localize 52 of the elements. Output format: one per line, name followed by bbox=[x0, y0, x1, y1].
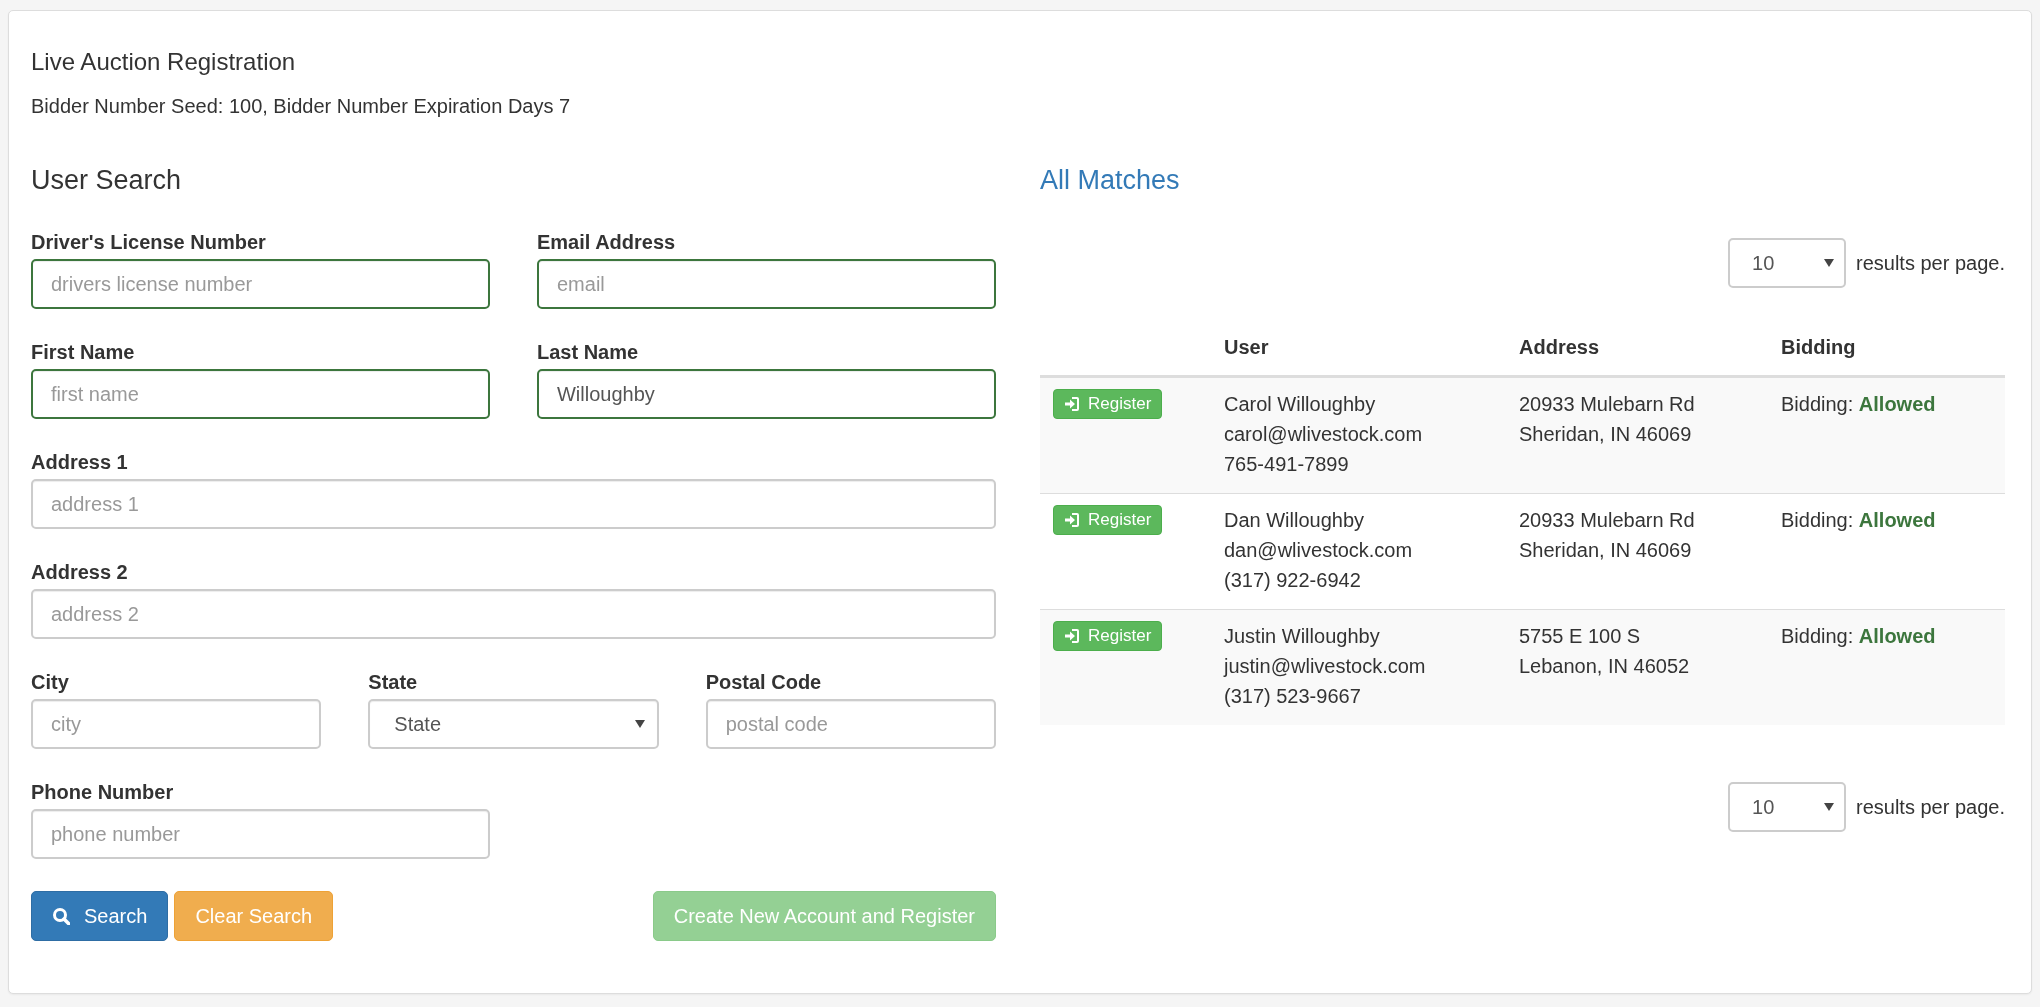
user-name: Carol Willoughby bbox=[1224, 392, 1377, 417]
field-label: Address 1 bbox=[31, 450, 129, 475]
caret-icon bbox=[1824, 259, 1834, 267]
register-button[interactable]: Register bbox=[1053, 621, 1163, 651]
field-label: State bbox=[368, 670, 419, 695]
user-phone: (317) 523-9667 bbox=[1224, 684, 1362, 709]
field-label: Email Address bbox=[537, 230, 677, 255]
register-button[interactable]: Register bbox=[1053, 505, 1163, 535]
field-label: Phone Number bbox=[31, 780, 175, 805]
state-dropdown[interactable]: State bbox=[368, 699, 659, 749]
address-line: 20933 Mulebarn Rd bbox=[1519, 392, 1696, 417]
field-label: First Name bbox=[31, 340, 136, 365]
section-title: All Matches bbox=[1040, 164, 1181, 196]
field-label: Driver's License Number bbox=[31, 230, 267, 255]
results-per-page-text: results per page. bbox=[1856, 251, 2005, 275]
bidding-status: Bidding: Allowed bbox=[1781, 508, 1937, 533]
address-line: Sheridan, IN 46069 bbox=[1519, 422, 1693, 447]
results-per-page-text: results per page. bbox=[1856, 795, 2005, 819]
field-label: Last Name bbox=[537, 340, 640, 365]
caret-icon bbox=[634, 720, 645, 728]
page-size-dropdown[interactable]: 10 bbox=[1728, 238, 1846, 288]
user-email: dan@wlivestock.com bbox=[1224, 538, 1414, 563]
field-label: City bbox=[31, 670, 70, 695]
input-field[interactable]: Willoughby bbox=[537, 369, 996, 419]
search-button[interactable]: Search bbox=[31, 891, 169, 941]
address-line: 5755 E 100 S bbox=[1519, 624, 1642, 649]
input-field[interactable]: first name bbox=[31, 369, 490, 419]
user-name: Dan Willoughby bbox=[1224, 508, 1366, 533]
section-title: User Search bbox=[31, 164, 183, 196]
user-email: justin@wlivestock.com bbox=[1224, 654, 1427, 679]
user-email: carol@wlivestock.com bbox=[1224, 422, 1424, 447]
sign-in-icon bbox=[1064, 396, 1080, 412]
bidding-status: Bidding: Allowed bbox=[1781, 392, 1937, 417]
field-label: Postal Code bbox=[705, 670, 823, 695]
settings-text: Bidder Number Seed: 100, Bidder Number Expiration Days 7 bbox=[31, 94, 572, 119]
sign-in-icon bbox=[1064, 512, 1080, 528]
page-title: Live Auction Registration bbox=[31, 47, 297, 77]
search-icon bbox=[52, 907, 70, 925]
sign-in-icon bbox=[1064, 628, 1080, 644]
caret-icon bbox=[1824, 803, 1834, 811]
page-size-dropdown[interactable]: 10 bbox=[1728, 782, 1846, 832]
input-field[interactable]: drivers license number bbox=[31, 259, 490, 309]
input-field[interactable]: email bbox=[537, 259, 996, 309]
address-line: 20933 Mulebarn Rd bbox=[1519, 508, 1696, 533]
bidding-status: Bidding: Allowed bbox=[1781, 624, 1937, 649]
register-button[interactable]: Register bbox=[1053, 389, 1163, 419]
field-label: Address 2 bbox=[31, 560, 129, 585]
address-line: Lebanon, IN 46052 bbox=[1519, 654, 1691, 679]
user-name: Justin Willoughby bbox=[1224, 624, 1381, 649]
user-phone: (317) 922-6942 bbox=[1224, 568, 1362, 593]
address-line: Sheridan, IN 46069 bbox=[1519, 538, 1693, 563]
user-phone: 765-491-7899 bbox=[1224, 452, 1350, 477]
